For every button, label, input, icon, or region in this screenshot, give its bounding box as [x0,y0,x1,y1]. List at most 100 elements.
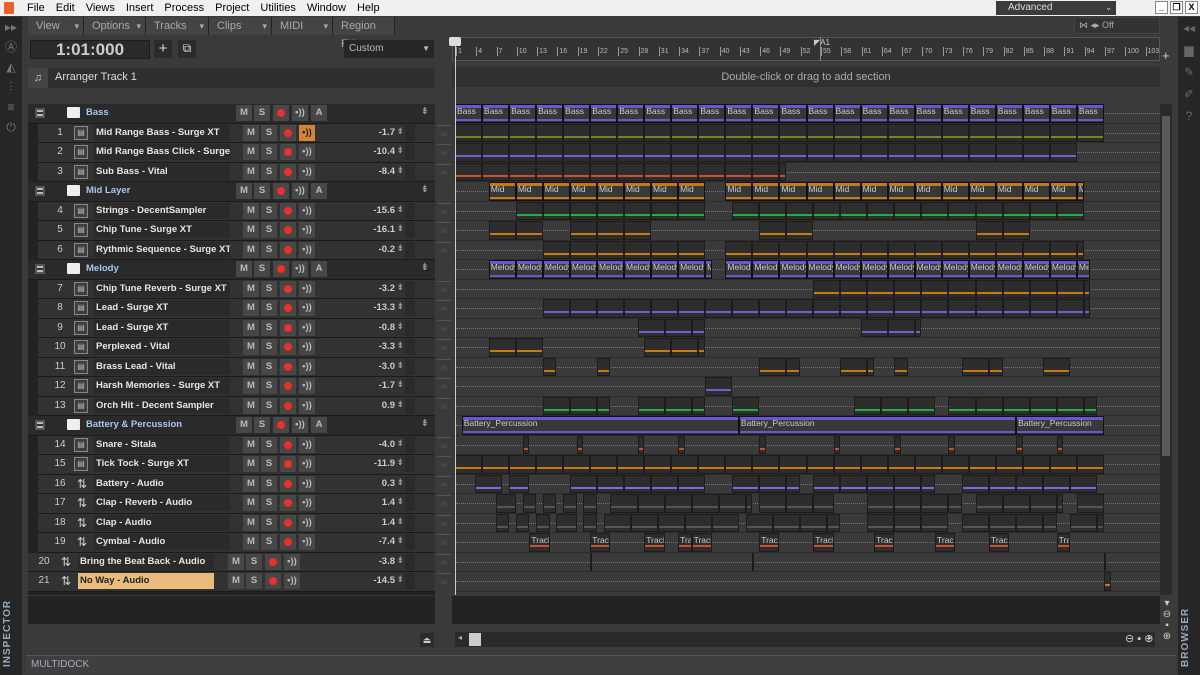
record-arm-button[interactable] [265,573,281,589]
record-arm-button[interactable] [280,534,296,550]
volume-value[interactable]: -0.8 [379,322,395,333]
clip[interactable] [596,396,611,415]
record-arm-button[interactable] [280,358,296,375]
folder-clip[interactable]: Bass [806,104,834,123]
mute-button[interactable]: M [236,183,252,199]
clip[interactable] [1016,474,1044,493]
clip[interactable] [482,143,510,162]
track-name[interactable]: Lead - Surge XT [94,300,230,316]
folder-clip[interactable]: Melody [1022,260,1050,279]
folder-clip[interactable]: Melody [1049,260,1077,279]
clip[interactable] [833,240,861,259]
volume-value[interactable]: 0.9 [382,400,395,411]
help-icon[interactable]: ? [1178,105,1200,127]
horizontal-zoom[interactable]: ⊖ ▪ ⊕ [1125,632,1153,645]
clip[interactable] [921,513,949,532]
clip[interactable]: Track [590,533,611,552]
track-lane[interactable]: Melody Melody Melody Melody Melody Melody Melo… [452,260,1160,280]
clip[interactable] [833,435,841,454]
clip[interactable] [975,299,1003,318]
input-echo-button[interactable]: •)) [299,241,315,258]
clip[interactable] [948,299,976,318]
folder-clip[interactable]: Bass [1049,104,1077,123]
clip[interactable] [914,143,942,162]
clip[interactable] [786,221,814,240]
input-echo-button[interactable]: •)) [292,261,308,277]
solo-button[interactable]: S [254,105,270,121]
clip[interactable] [536,143,564,162]
clip[interactable] [678,201,706,220]
clip[interactable] [948,396,976,415]
browser-tab[interactable]: BROWSER [1180,607,1198,667]
clip[interactable] [509,123,537,142]
collapse-folder-icon[interactable] [35,420,45,430]
tracks-menu[interactable]: Tracks [146,17,209,35]
clip[interactable] [867,513,895,532]
solo-button[interactable]: S [261,319,277,336]
track-name[interactable]: Orch Hit - Decent Sampler [94,397,230,414]
folder-clip[interactable]: Bass [995,104,1023,123]
clip[interactable] [806,240,834,259]
mute-button[interactable]: M [243,300,259,316]
now-time-handle[interactable] [449,37,461,46]
input-echo-button[interactable]: •)) [284,573,300,589]
clip[interactable] [833,143,861,162]
folder-clip[interactable]: Battery_Percussion [738,416,1017,435]
clip[interactable] [678,435,685,454]
clip[interactable] [725,123,753,142]
clip[interactable] [752,123,780,142]
track-lane[interactable] [452,377,1160,397]
clip[interactable] [698,162,726,181]
mute-button[interactable]: M [243,280,259,297]
record-arm-button[interactable] [280,280,296,297]
folder-clip[interactable]: Bass [860,104,888,123]
folder-clip[interactable]: Bass [536,104,564,123]
track-name[interactable]: Bring the Beat Back - Audio [78,553,214,570]
clip[interactable] [948,435,956,454]
clip[interactable] [576,435,584,454]
collapse-folder-icon[interactable] [35,186,45,196]
track-lane[interactable] [452,396,1160,416]
track-row[interactable]: 20 ⇅ Bring the Beat Back - Audio -3.8 ⇟ M S •)) [28,552,435,572]
power-icon[interactable]: ⏻ [0,117,22,137]
input-echo-button[interactable]: •)) [292,105,308,121]
track-lane[interactable]: Mid Mid Mid Mid Mid Mid Mid Mid Mid Mid Mid Mid Mid M… [452,182,1160,202]
folder-clip[interactable]: Bass [455,104,483,123]
clip[interactable] [624,221,652,240]
clip[interactable] [1070,474,1098,493]
clip[interactable] [914,123,942,142]
menu-icon[interactable]: ≡ [0,97,22,117]
track-row[interactable]: 17 ⇅ Clap - Reverb - Audio 1.4 ⇟ M S •)) [38,494,435,514]
track-name[interactable]: Rythmic Sequence - Surge XT [94,241,230,258]
input-echo-button[interactable]: •)) [299,280,315,297]
clip[interactable] [698,455,726,474]
expand-arrow-icon[interactable]: ⇟ [396,223,404,234]
clip[interactable] [509,143,537,162]
input-echo-button[interactable]: •)) [299,378,315,394]
clip[interactable] [887,318,915,337]
clip[interactable]: Track [813,533,834,552]
track-name[interactable]: Brass Lead - Vital [94,358,230,375]
clip[interactable] [590,143,618,162]
clip[interactable] [495,513,510,532]
folder-clip[interactable]: Mid [860,182,888,201]
volume-value[interactable]: -4.0 [379,439,395,450]
clip[interactable] [1083,299,1091,318]
brush-icon[interactable]: ✎ [1178,61,1200,83]
track-row[interactable]: 4 ▤ Strings - DecentSampler -15.6 ⇟ M S •)) [38,201,435,221]
volume-value[interactable]: -3.0 [379,361,395,372]
restore-button[interactable]: ❐ [1170,1,1183,14]
clip[interactable] [813,494,834,513]
clip[interactable] [887,123,915,142]
solo-button[interactable]: S [261,378,277,394]
clip[interactable] [596,201,624,220]
clip[interactable] [786,494,814,513]
clip[interactable]: Track [1056,533,1071,552]
track-row[interactable]: 15 ▤ Tick Tock - Surge XT -11.9 ⇟ M S •)) [38,455,435,475]
expand-arrow-icon[interactable]: ⇟ [396,145,404,156]
clip[interactable] [455,162,483,181]
solo-button[interactable]: S [261,436,277,453]
folder-clip[interactable]: Melody [651,260,679,279]
vertical-zoom[interactable]: ▾ ⊖ ▪ ⊕ [1161,598,1173,642]
track-lane[interactable] [452,435,1160,455]
